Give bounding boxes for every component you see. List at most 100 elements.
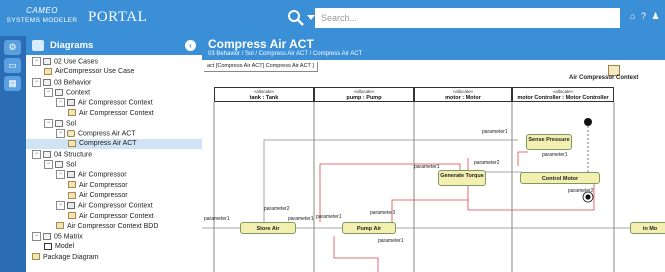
- tree-item-label: Air Compressor Context BDD: [67, 222, 159, 230]
- tree-item-label: AirCompressor Use Case: [55, 68, 135, 76]
- tree-item[interactable]: − 03 Behavior: [26, 77, 202, 88]
- tree-item[interactable]: AirCompressor Use Case: [26, 67, 202, 77]
- expand-toggle-icon[interactable]: −: [32, 57, 41, 66]
- expand-toggle-icon[interactable]: −: [44, 160, 53, 169]
- tree-item[interactable]: Air Compressor Context BDD: [26, 222, 202, 232]
- tree-item[interactable]: − 04 Structure: [26, 149, 202, 160]
- expand-toggle-icon[interactable]: −: [44, 87, 53, 97]
- tree-item-label: Compress Air ACT: [79, 140, 137, 148]
- tree-item[interactable]: Air Compressor: [26, 181, 202, 191]
- pin-label: parameter2: [370, 210, 396, 216]
- diagram-icon: [68, 181, 76, 189]
- sidebar-title: Diagrams: [50, 40, 94, 51]
- package-icon: [43, 150, 51, 158]
- pin-label: parameter1: [204, 216, 230, 222]
- action-sense-pressure[interactable]: Sense Pressure: [526, 134, 572, 150]
- diagram-canvas[interactable]: act [Compress Air ACT] Compress Air ACT …: [202, 60, 665, 272]
- expand-toggle-icon[interactable]: −: [32, 77, 41, 87]
- collapse-icon[interactable]: ‹: [185, 40, 196, 51]
- home-icon[interactable]: ⌂: [630, 11, 635, 21]
- tree-item-label: Air Compressor Context: [78, 99, 153, 107]
- action-pump-air[interactable]: Pump Air: [342, 222, 396, 234]
- tree-item[interactable]: Model: [26, 242, 202, 252]
- package-icon: [43, 78, 51, 86]
- package-icon: [55, 161, 63, 168]
- logo-line2: SYSTEMS MODELER: [6, 17, 78, 24]
- expand-toggle-icon[interactable]: −: [32, 149, 41, 159]
- pin-label: parameter2: [264, 206, 290, 212]
- tree-item-label: Air Compressor Context: [79, 109, 154, 117]
- tree-item-label: Air Compressor: [79, 181, 128, 189]
- action-control-motor[interactable]: Control Motor: [520, 172, 600, 184]
- pin-label: parameter1: [316, 214, 342, 220]
- tree-item[interactable]: − Air Compressor Context: [26, 98, 202, 108]
- tree-item[interactable]: − Air Compressor: [26, 170, 202, 180]
- tree-item[interactable]: Compress Air ACT: [26, 139, 202, 150]
- block-icon: [67, 202, 75, 210]
- tree-item-label: Model: [55, 243, 75, 251]
- breadcrumb[interactable]: 03 Behavior / Sol / Compress Air ACT / C…: [208, 51, 362, 57]
- package-icon: [43, 233, 51, 241]
- expand-toggle-icon[interactable]: −: [56, 129, 65, 139]
- tree-item[interactable]: − Sol: [26, 160, 202, 170]
- tree-item-label: 03 Behavior: [54, 78, 92, 86]
- tree-item[interactable]: Package Diagram: [26, 253, 202, 263]
- tree-item-label: 04 Structure: [54, 151, 93, 159]
- tree-item-label: 02 Use Cases: [54, 58, 98, 66]
- search-icon[interactable]: [285, 8, 307, 28]
- package-icon: [55, 88, 63, 96]
- diagram-icon: [68, 191, 76, 199]
- pin-label: parameter1: [482, 129, 508, 135]
- diagram-icon: [44, 67, 52, 75]
- package-icon: [55, 119, 63, 127]
- diagrams-icon: [32, 40, 44, 51]
- activity-icon: [67, 130, 75, 138]
- diagrams-icon[interactable]: ▭: [4, 58, 21, 73]
- top-bar: CAMEO SYSTEMS MODELER PORTAL ⌂ ? ♟: [0, 0, 665, 36]
- action-store-air[interactable]: Store Air: [240, 222, 296, 234]
- sidebar-header: Diagrams ‹: [26, 36, 202, 55]
- tree-item-label: Package Diagram: [43, 253, 99, 261]
- left-rail: ⚙ ▭ ▦: [0, 36, 26, 272]
- tree-item-label: Sol: [66, 120, 77, 128]
- tree-item-label: Compress Air ACT: [78, 130, 136, 138]
- tree-item[interactable]: − Sol: [26, 118, 202, 129]
- help-icon[interactable]: ?: [641, 11, 646, 21]
- expand-toggle-icon[interactable]: −: [56, 170, 65, 180]
- settings-icon[interactable]: ⚙: [4, 40, 21, 55]
- tree-item[interactable]: Air Compressor Context: [26, 109, 202, 119]
- tree-item-label: Air Compressor Context: [78, 202, 153, 210]
- diagram-icon: [32, 253, 40, 261]
- model-icon[interactable]: ▦: [4, 76, 21, 91]
- user-icon[interactable]: ♟: [651, 11, 659, 21]
- action-in-motor[interactable]: in Mo: [630, 222, 665, 234]
- pin-label: parameter1: [288, 216, 314, 222]
- expand-toggle-icon[interactable]: −: [32, 232, 41, 242]
- tree-item[interactable]: − Context: [26, 87, 202, 98]
- tree-item[interactable]: − 05 Matrix: [26, 232, 202, 242]
- expand-toggle-icon[interactable]: −: [44, 118, 53, 128]
- action-generate-torque[interactable]: Generate Torque: [438, 170, 486, 186]
- pin-label: parameter2: [474, 160, 500, 166]
- tree-item[interactable]: − Compress Air ACT: [26, 129, 202, 139]
- diagram-sidebar: Diagrams ‹ − 02 Use Cases AirCompressor Us…: [26, 36, 203, 272]
- portal-title: PORTAL: [88, 9, 148, 25]
- tree-item[interactable]: − 02 Use Cases: [26, 57, 202, 67]
- tree-item-label: Air Compressor Context: [79, 212, 154, 220]
- pin-label: parameter1: [378, 238, 404, 244]
- block-icon: [67, 99, 75, 107]
- expand-toggle-icon[interactable]: −: [56, 98, 65, 108]
- search-input[interactable]: [315, 8, 620, 28]
- diagram-icon: [68, 140, 76, 148]
- tree-item[interactable]: − Air Compressor Context: [26, 201, 202, 211]
- app-logo[interactable]: CAMEO SYSTEMS MODELER: [6, 6, 78, 30]
- tree-item-label: 05 Matrix: [54, 233, 83, 241]
- tree-item-label: Sol: [66, 161, 77, 169]
- tree-item[interactable]: Air Compressor Context: [26, 212, 202, 222]
- topbar-icons: ⌂ ? ♟: [630, 11, 663, 22]
- tree-item[interactable]: Air Compressor: [26, 191, 202, 201]
- search-dropdown-icon[interactable]: [307, 15, 315, 20]
- tree-item-label: Air Compressor: [78, 171, 127, 179]
- diagram-icon: [68, 212, 76, 220]
- expand-toggle-icon[interactable]: −: [56, 201, 65, 211]
